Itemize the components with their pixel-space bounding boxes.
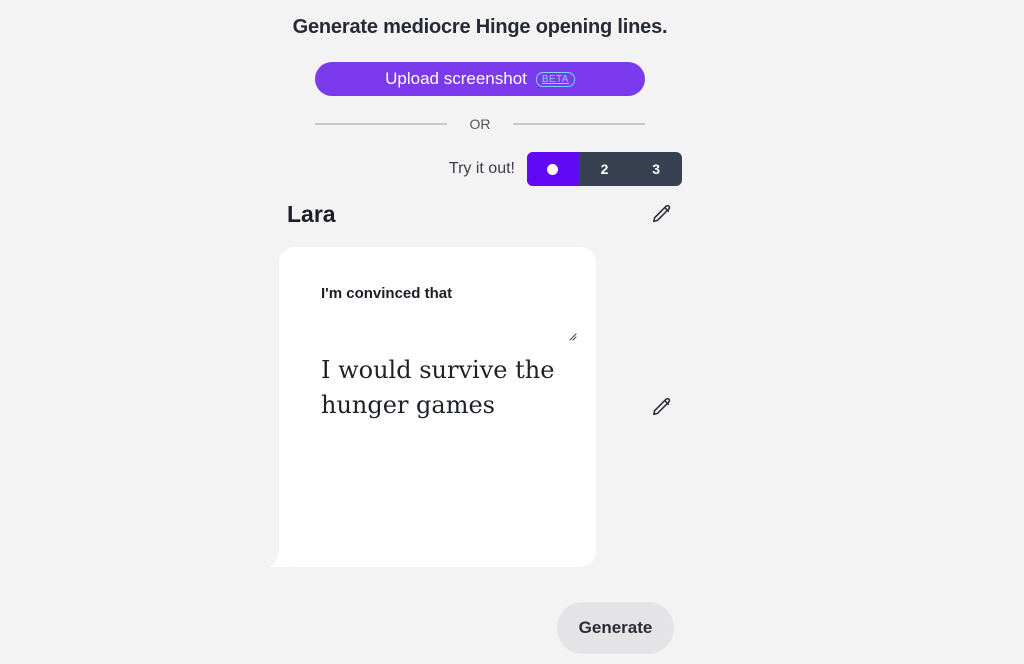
generate-button[interactable]: Generate: [557, 602, 674, 654]
prompt-card: I'm convinced that I would survive the h…: [279, 247, 596, 567]
try-it-out-label: Try it out!: [448, 160, 515, 177]
pencil-icon[interactable]: [651, 203, 673, 225]
prompt-question: I'm convinced that: [321, 285, 453, 302]
page-title: Generate mediocre Hinge opening lines.: [292, 16, 668, 38]
pencil-icon[interactable]: [651, 396, 673, 418]
example-selector: 2 3: [527, 152, 682, 186]
profile-name: Lara: [287, 201, 336, 227]
dot-icon: [547, 163, 559, 175]
or-divider: OR: [315, 116, 645, 132]
upload-screenshot-button[interactable]: Upload screenshot BETA: [315, 62, 645, 96]
prompt-answer[interactable]: I would survive the hunger games: [321, 353, 571, 423]
example-option-1[interactable]: [527, 152, 579, 186]
beta-badge: BETA: [535, 71, 575, 87]
example-option-2[interactable]: 2: [579, 152, 631, 186]
resize-handle-icon[interactable]: [567, 331, 577, 341]
example-option-3[interactable]: 3: [630, 152, 682, 186]
divider-line-right: [513, 123, 645, 125]
upload-button-label: Upload screenshot: [385, 69, 527, 88]
